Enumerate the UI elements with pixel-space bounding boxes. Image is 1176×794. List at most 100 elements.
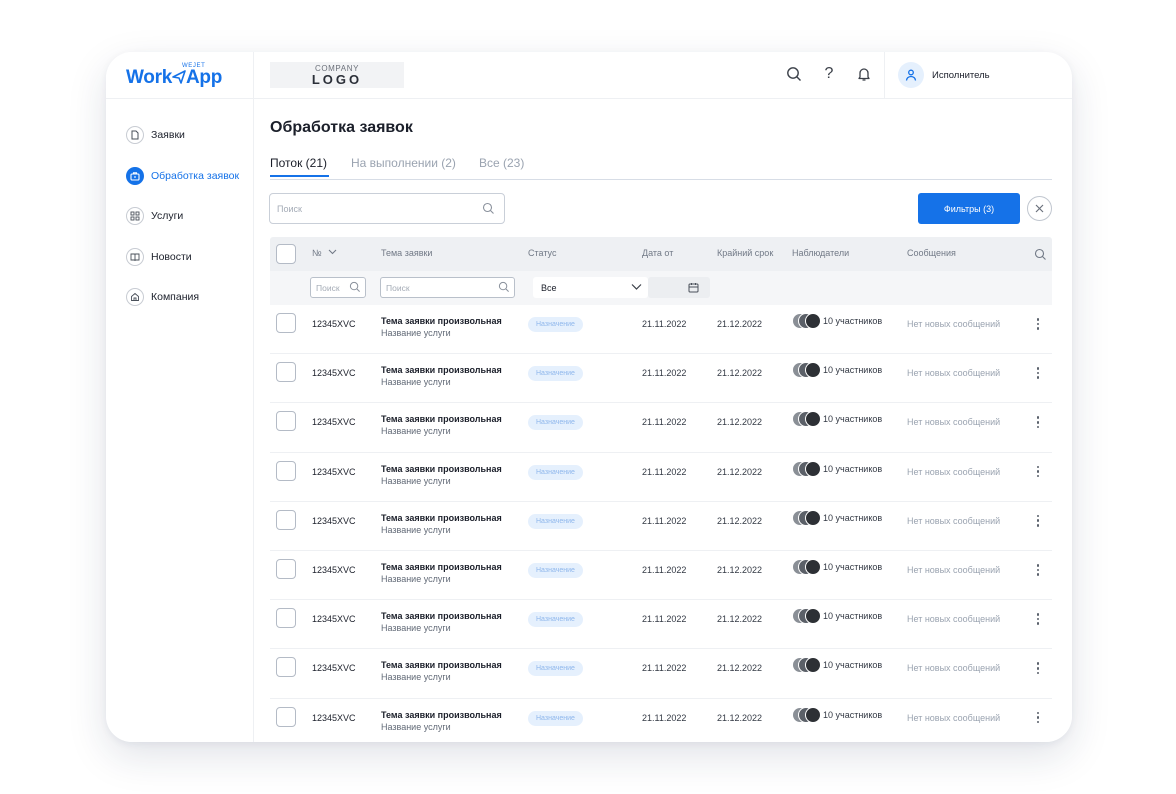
row-topic-title: Тема заявки произвольная <box>381 660 502 671</box>
search-icon[interactable] <box>784 64 804 84</box>
row-topic[interactable]: Тема заявки произвольная Название услуги <box>381 316 502 340</box>
observer-avatars <box>792 411 822 428</box>
row-observers[interactable]: 10 участников <box>792 657 882 674</box>
filters-button[interactable]: Фильтры (3) <box>918 193 1020 224</box>
app-logo[interactable]: Work App WEJET <box>126 63 223 89</box>
column-header-topic[interactable]: Тема заявки <box>381 248 432 258</box>
table-row[interactable]: 12345XVC Тема заявки произвольная Название… <box>270 403 1052 453</box>
row-topic[interactable]: Тема заявки произвольная Название услуги <box>381 710 502 734</box>
column-header-date-from[interactable]: Дата от <box>642 248 673 258</box>
more-options-icon[interactable] <box>1032 707 1044 729</box>
row-observers[interactable]: 10 участников <box>792 460 882 477</box>
more-options-icon[interactable] <box>1032 313 1044 335</box>
search-input[interactable] <box>270 194 470 223</box>
row-checkbox[interactable] <box>276 411 296 432</box>
num-filter-input[interactable] <box>311 278 355 298</box>
avatar <box>805 608 821 625</box>
sidebar-item-company[interactable]: Компания <box>106 277 253 318</box>
sidebar-item-news[interactable]: Новости <box>106 237 253 278</box>
table-row[interactable]: 12345XVC Тема заявки произвольная Название… <box>270 453 1052 502</box>
row-observers[interactable]: 10 участников <box>792 362 882 379</box>
status-badge: Назначение <box>528 415 583 431</box>
more-options-icon[interactable] <box>1032 510 1044 532</box>
clear-filters-button[interactable] <box>1027 196 1052 221</box>
user-menu[interactable]: Исполнитель <box>898 62 990 88</box>
row-topic-title: Тема заявки произвольная <box>381 365 502 376</box>
help-icon[interactable]: ? <box>819 64 839 84</box>
row-service-name: Название услуги <box>381 475 451 486</box>
table-row[interactable]: 12345XVC Тема заявки произвольная Название… <box>270 649 1052 699</box>
row-deadline: 21.12.2022 <box>717 466 763 477</box>
table-search-icon[interactable] <box>1034 248 1047 261</box>
row-checkbox[interactable] <box>276 706 296 727</box>
status-badge: Назначение <box>528 612 583 628</box>
briefcase-icon <box>126 166 144 185</box>
status-badge: Назначение <box>528 317 583 332</box>
num-filter <box>310 277 366 298</box>
avatar <box>805 411 821 428</box>
table-row[interactable]: 12345XVC Тема заявки произвольная Название… <box>270 600 1052 650</box>
row-checkbox[interactable] <box>276 657 296 678</box>
row-checkbox[interactable] <box>276 509 296 530</box>
tab-in-progress[interactable]: На выполнении (2) <box>351 156 456 170</box>
table-row[interactable]: 12345XVC Тема заявки произвольная Название… <box>270 551 1052 601</box>
row-checkbox[interactable] <box>276 608 296 629</box>
sidebar-item-processing[interactable]: Обработка заявок <box>106 156 253 197</box>
search-icon[interactable] <box>482 202 495 215</box>
document-icon <box>126 126 144 145</box>
table-row[interactable]: 12345XVC Тема заявки произвольная Название… <box>270 354 1052 404</box>
row-messages: Нет новых сообщений <box>907 515 1001 526</box>
row-deadline: 21.12.2022 <box>717 515 763 526</box>
row-topic[interactable]: Тема заявки произвольная Название услуги <box>381 611 502 635</box>
row-number: 12345XVC <box>312 319 356 329</box>
row-topic[interactable]: Тема заявки произвольная Название услуги <box>381 660 502 684</box>
column-header-messages[interactable]: Сообщения <box>907 248 956 258</box>
table-row[interactable]: 12345XVC Тема заявки произвольная Название… <box>270 305 1052 355</box>
sidebar-item-services[interactable]: Услуги <box>106 196 253 237</box>
row-topic[interactable]: Тема заявки произвольная Название услуги <box>381 414 502 438</box>
more-options-icon[interactable] <box>1032 411 1044 433</box>
row-observers[interactable]: 10 участников <box>792 313 882 329</box>
row-observers[interactable]: 10 участников <box>792 411 882 428</box>
row-checkbox[interactable] <box>276 460 296 481</box>
row-topic[interactable]: Тема заявки произвольная Название услуги <box>381 365 502 389</box>
more-options-icon[interactable] <box>1032 657 1044 679</box>
more-options-icon[interactable] <box>1032 608 1044 630</box>
status-badge: Назначение <box>528 513 583 529</box>
date-filter[interactable] <box>648 277 710 298</box>
status-badge: Назначение <box>528 366 583 382</box>
row-messages: Нет новых сообщений <box>907 564 1001 575</box>
topic-filter-input[interactable] <box>381 278 488 298</box>
status-filter-select[interactable]: Все <box>533 277 648 298</box>
row-messages: Нет новых сообщений <box>907 319 1001 329</box>
row-observers[interactable]: 10 участников <box>792 558 882 575</box>
more-options-icon[interactable] <box>1032 461 1044 483</box>
row-observers[interactable]: 10 участников <box>792 509 882 526</box>
column-header-num[interactable]: № <box>312 248 337 258</box>
row-observers[interactable]: 10 участников <box>792 608 882 625</box>
column-header-status[interactable]: Статус <box>528 248 556 258</box>
tab-flow[interactable]: Поток (21) <box>270 156 329 177</box>
row-observers[interactable]: 10 участников <box>792 706 882 723</box>
row-number: 12345XVC <box>312 368 356 379</box>
sidebar-item-requests[interactable]: Заявки <box>106 115 253 156</box>
column-header-deadline[interactable]: Крайний срок <box>717 248 773 258</box>
table-row[interactable]: 12345XVC Тема заявки произвольная Название… <box>270 699 1052 743</box>
table-row[interactable]: 12345XVC Тема заявки произвольная Название… <box>270 502 1052 551</box>
row-checkbox[interactable] <box>276 558 296 579</box>
row-messages: Нет новых сообщений <box>907 614 1001 625</box>
row-checkbox[interactable] <box>276 362 296 383</box>
tab-all[interactable]: Все (23) <box>479 156 524 170</box>
app-logo-app: App <box>185 67 223 88</box>
row-topic[interactable]: Тема заявки произвольная Название услуги <box>381 464 502 488</box>
more-options-icon[interactable] <box>1032 559 1044 581</box>
more-options-icon[interactable] <box>1032 362 1044 384</box>
company-logo[interactable]: COMPANY LOGO <box>270 62 404 88</box>
row-topic[interactable]: Тема заявки произвольная Название услуги <box>381 513 502 537</box>
column-header-observers[interactable]: Наблюдатели <box>792 248 849 258</box>
row-topic[interactable]: Тема заявки произвольная Название услуги <box>381 562 502 586</box>
row-checkbox[interactable] <box>276 313 296 333</box>
select-all-checkbox[interactable] <box>276 244 296 264</box>
sidebar-nav: Заявки Обработка заявок Услуги Новости К… <box>106 99 253 318</box>
bell-icon[interactable] <box>854 64 874 84</box>
